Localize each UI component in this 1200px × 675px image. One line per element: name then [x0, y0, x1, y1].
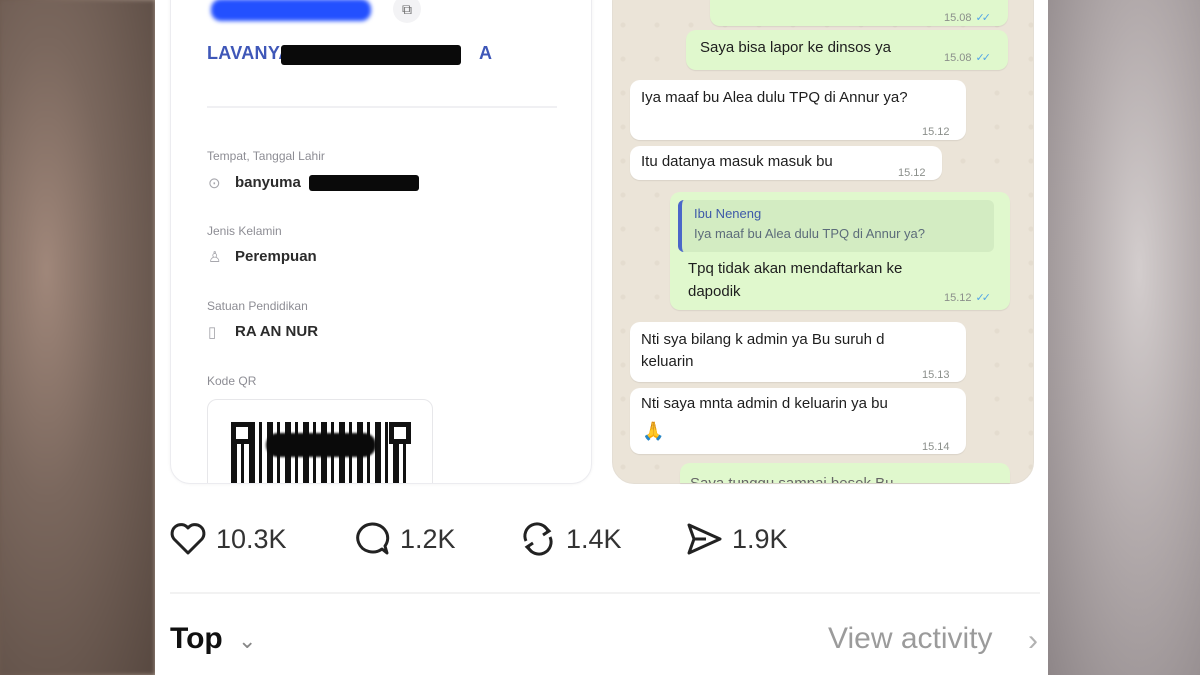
qr-corner — [389, 422, 411, 444]
building-icon: ▯ — [208, 324, 217, 341]
location-pin-icon: ⊙ — [208, 175, 221, 192]
school-label: Satuan Pendidikan — [207, 299, 308, 313]
reply-time: 15.12 ✓✓ — [944, 292, 992, 304]
chat-bubble-outgoing-cutoff: Saya tunggu sampai besok Bu — [680, 463, 1010, 483]
pray-emoji-icon: 🙏 — [642, 421, 665, 441]
read-ticks-icon: ✓✓ — [975, 52, 992, 64]
quoted-message: Ibu Neneng Iya maaf bu Alea dulu TPQ di … — [678, 200, 994, 252]
chevron-right-icon[interactable]: › — [1028, 624, 1038, 658]
comment-count: 1.2K — [400, 523, 456, 554]
divider — [170, 592, 1040, 594]
qr-corner — [231, 422, 253, 444]
chat-bubble-incoming: Nti sya bilang k admin ya Bu suruh d kel… — [630, 322, 966, 382]
id-card-image[interactable]: ⧉ LAVANYA AA Tempat, Tanggal Lahir ⊙ ban… — [170, 0, 592, 484]
name-redaction — [281, 45, 461, 65]
repost-arrows-icon — [523, 522, 553, 556]
qr-label: Kode QR — [207, 374, 257, 388]
reply-text: Tpq tidak akan mendaftarkan ke dapodik — [688, 260, 903, 300]
repost-count: 1.4K — [566, 523, 622, 554]
like-count: 10.3K — [216, 523, 287, 554]
sort-dropdown-label[interactable]: Top — [170, 622, 223, 656]
birth-value: banyuma — [235, 174, 301, 191]
background-left-blur — [0, 0, 155, 675]
like-button[interactable]: 10.3K — [168, 518, 287, 560]
background-right-blur — [1048, 0, 1200, 675]
birth-redaction — [309, 175, 419, 191]
chat-bubble-incoming: Itu datanya masuk masuk bu 15.12 — [630, 146, 942, 180]
gender-value: Perempuan — [235, 248, 317, 265]
share-button[interactable]: 1.9K — [684, 518, 788, 560]
read-ticks-icon: ✓✓ — [975, 12, 992, 24]
share-count: 1.9K — [732, 523, 788, 554]
person-icon: ♙ — [208, 249, 222, 266]
view-activity-link[interactable]: View activity — [828, 622, 993, 656]
chevron-down-icon[interactable]: ⌄ — [238, 628, 256, 654]
gender-label: Jenis Kelamin — [207, 224, 282, 238]
birth-label: Tempat, Tanggal Lahir — [207, 149, 325, 163]
chat-bubble-incoming: Nti saya mnta admin d keluarin ya bu 🙏 1… — [630, 388, 966, 454]
blue-censor-mark — [211, 0, 371, 21]
chat-bubble-incoming: Iya maaf bu Alea dulu TPQ di Annur ya? 1… — [630, 80, 966, 140]
copy-icon: ⧉ — [393, 0, 421, 23]
qr-redaction — [266, 433, 376, 457]
speech-bubble-icon — [356, 522, 390, 555]
heart-icon — [170, 523, 206, 555]
chat-bubble-outgoing: 15.08 ✓✓ — [710, 0, 1008, 26]
divider — [207, 106, 557, 108]
comment-button[interactable]: 1.2K — [352, 518, 456, 560]
send-icon — [687, 523, 722, 555]
school-value: RA AN NUR — [235, 323, 319, 340]
repost-button[interactable]: 1.4K — [518, 518, 622, 560]
chat-bubble-outgoing: Saya bisa lapor ke dinsos ya 15.08 ✓✓ — [686, 30, 1008, 70]
read-ticks-icon: ✓✓ — [975, 292, 992, 304]
